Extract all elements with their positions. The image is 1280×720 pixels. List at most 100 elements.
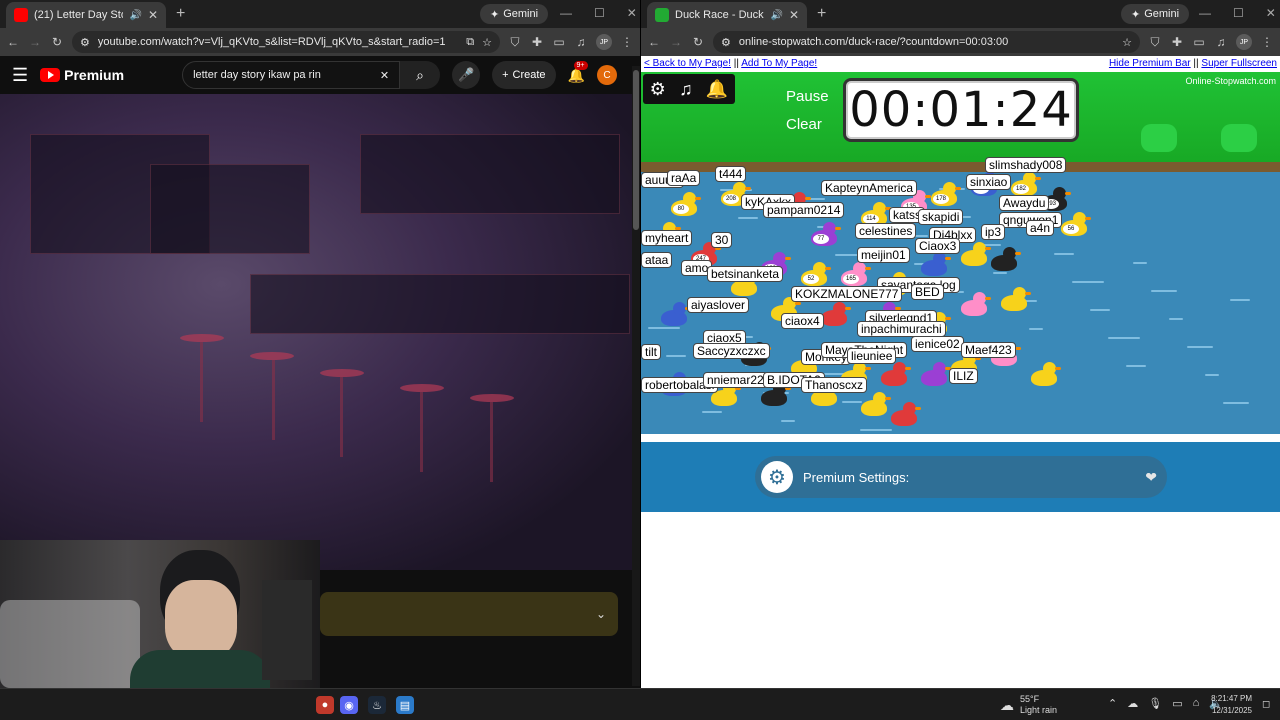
reload-icon[interactable]: ↻ [50,35,64,49]
search-button[interactable]: ⌕ [400,61,441,89]
media-control-icon[interactable]: ♫ [1214,35,1228,49]
close-window-icon[interactable]: ✕ [627,6,637,20]
race-duck: 52 [801,262,831,286]
shield-extension-icon[interactable]: ⛉ [508,35,522,50]
forward-icon[interactable]: → [28,35,42,49]
user-avatar[interactable]: C [596,65,617,85]
chevron-down-icon: ❤ [1145,468,1157,485]
gemini-button[interactable]: ✦ Gemini [480,4,549,24]
voice-search-button[interactable]: 🎤 [452,61,481,89]
bookmark-star-icon[interactable]: ☆ [1122,36,1132,49]
duck-number: 178 [933,194,949,204]
duck-race-game[interactable]: ⚙ ♫ 🔔 Pause Clear 00:01:24 Online-Stopwa… [641,72,1280,442]
weather-widget[interactable]: ☁ 55°F Light rain [1000,694,1057,716]
duck-beak [695,197,701,200]
maximize-icon[interactable]: ☐ [1233,6,1244,20]
water-ripple [1187,346,1213,348]
notifications-button[interactable]: 🔔 9+ [568,60,588,84]
display-icon[interactable]: ▭ [1172,697,1182,710]
clear-search-icon[interactable]: ✕ [380,69,389,82]
menu-dots-icon[interactable]: ⋮ [1260,35,1274,49]
duck-number: 208 [723,194,739,204]
bookmark-star-icon[interactable]: ☆ [482,36,492,49]
duck-name-tag: myheart [641,230,693,246]
new-tab-button[interactable]: + [176,5,185,23]
cloud-rain-icon: ☁ [1000,696,1014,713]
chevron-up-icon[interactable]: ⌃ [1108,697,1117,710]
tab-close-icon[interactable]: ✕ [148,8,158,22]
webcam-overlay [0,540,320,688]
notification-icon[interactable]: ◻ [1262,699,1270,710]
tab-close-icon[interactable]: ✕ [789,8,799,22]
hamburger-menu-icon[interactable]: ☰ [12,65,28,86]
video-stool [250,352,294,360]
race-duck [1031,362,1061,386]
site-info-icon[interactable]: ⚙ [721,36,731,49]
back-icon[interactable]: ← [647,35,661,49]
clear-button[interactable]: Clear [786,116,822,133]
cloud-icon[interactable]: ☁ [1127,697,1138,710]
water-ripple [1108,337,1140,339]
new-tab-button[interactable]: + [817,5,826,23]
reload-icon[interactable]: ↻ [691,35,705,49]
minimize-icon[interactable]: — [560,6,572,20]
steam-icon[interactable]: ♨ [368,696,386,714]
water-ripple [1205,374,1219,376]
extensions-icon[interactable]: ✚ [1170,35,1184,49]
race-duck: 182 [1011,172,1041,196]
audio-icon[interactable]: 🔊 [770,10,782,21]
cast-icon[interactable]: ⧉ [466,36,474,49]
app-icon[interactable]: ● [316,696,334,714]
address-bar[interactable]: ⚙ online-stopwatch.com/duck-race/?countd… [713,31,1140,53]
network-icon[interactable]: ⌂ [1193,697,1200,710]
minimize-icon[interactable]: — [1199,6,1211,20]
maximize-icon[interactable]: ☐ [594,6,605,20]
media-control-icon[interactable]: ♫ [574,35,588,49]
notepad-icon[interactable]: ▤ [396,696,414,714]
duck-beak [745,187,751,190]
youtube-favicon-icon [14,8,28,22]
gemini-button[interactable]: ✦ Gemini [1121,4,1190,24]
site-info-icon[interactable]: ⚙ [80,36,90,49]
youtube-play-icon [40,68,61,82]
tab-duck-race[interactable]: Duck Race - Duck Games 🔊 ✕ [647,2,807,28]
sound-icon[interactable]: 🔔 [706,79,728,100]
audio-icon[interactable]: 🔊 [129,10,141,21]
description-expander[interactable]: ⌄ [320,592,618,636]
create-button[interactable]: + Create [492,61,556,89]
microphone-icon: 🎤 [457,67,475,82]
add-to-my-page-link[interactable]: Add To My Page! [741,58,817,69]
close-window-icon[interactable]: ✕ [1266,6,1276,20]
back-icon[interactable]: ← [6,35,20,49]
duck-beak [795,302,801,305]
shield-extension-icon[interactable]: ⛉ [1148,35,1162,50]
duck-number: 56 [1063,224,1079,234]
extensions-icon[interactable]: ✚ [530,35,544,49]
tab-youtube[interactable]: (21) Letter Day Story - Ikaw 🔊 ✕ [6,2,166,28]
video-player[interactable] [0,94,632,570]
profile-avatar[interactable]: JP [596,34,612,50]
discord-icon[interactable]: ◉ [340,696,358,714]
youtube-logo[interactable]: Premium [40,67,124,83]
music-icon[interactable]: ♫ [679,79,693,100]
mic-icon[interactable]: 🎙 [1148,697,1162,710]
taskbar-clock[interactable]: 8:21:47 PM 12/31/2025 [1208,693,1252,717]
settings-gear-icon[interactable]: ⚙ [650,79,666,100]
pause-button[interactable]: Pause [786,88,829,105]
search-input[interactable]: letter day story ikaw pa rin ✕ [182,61,401,89]
race-duck: 56 [1061,212,1091,236]
super-fullscreen-link[interactable]: Super Fullscreen [1201,58,1277,69]
duck-name-tag: ILIZ [949,368,978,384]
back-to-my-page-link[interactable]: < Back to My Page! [644,58,731,69]
forward-icon[interactable]: → [669,35,683,49]
window-controls: — ☐ ✕ [560,6,637,20]
address-bar[interactable]: ⚙ youtube.com/watch?v=Vlj_qKVto_s&list=R… [72,31,500,53]
scrollbar-thumb[interactable] [633,70,639,230]
menu-dots-icon[interactable]: ⋮ [620,35,634,49]
split-view-icon[interactable]: ▭ [1192,35,1206,49]
hide-premium-bar-link[interactable]: Hide Premium Bar [1109,58,1191,69]
split-view-icon[interactable]: ▭ [552,35,566,49]
profile-avatar[interactable]: JP [1236,34,1252,50]
premium-settings-toggle[interactable]: ⚙ Premium Settings: ❤ [755,456,1167,498]
duck-beak [945,257,951,260]
